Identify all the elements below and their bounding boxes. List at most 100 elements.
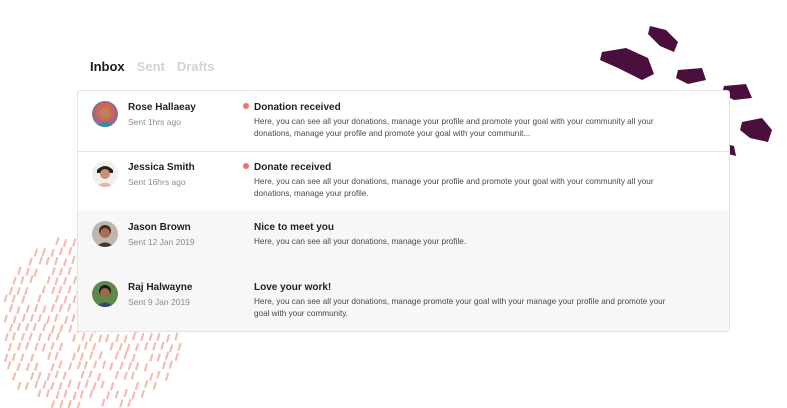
decorative-dash: [156, 332, 161, 341]
decorative-dash: [109, 362, 114, 371]
decorative-dash: [72, 238, 77, 247]
decorative-dash: [58, 342, 63, 352]
decorative-dash: [3, 294, 8, 303]
message-row[interactable]: Jason Brown Sent 12 Jan 2019 Nice to mee…: [78, 211, 729, 272]
decorative-dash: [12, 372, 17, 381]
decorative-dash: [25, 362, 30, 372]
decorative-dash: [123, 371, 128, 380]
decorative-dash: [42, 322, 47, 332]
decorative-dash: [76, 344, 81, 353]
decorative-dash: [58, 360, 63, 369]
avatar: [92, 221, 118, 247]
decorative-dash: [68, 362, 73, 371]
decorative-dash: [51, 286, 56, 295]
decorative-dash: [100, 380, 105, 389]
decorative-dash: [114, 370, 119, 379]
decorative-dash: [89, 351, 94, 360]
decorative-dash: [71, 352, 76, 361]
decorative-dash: [56, 332, 61, 341]
mail-tabs: Inbox Sent Drafts: [90, 59, 214, 74]
decorative-dash: [42, 305, 47, 314]
decorative-dash: [110, 382, 115, 391]
decorative-dash: [101, 360, 106, 369]
decorative-dash: [20, 276, 25, 285]
decorative-dash: [20, 353, 25, 362]
decorative-dash: [25, 267, 30, 276]
decorative-dash: [24, 381, 29, 390]
decorative-dash: [84, 379, 89, 388]
avatar: [92, 281, 118, 307]
tab-drafts[interactable]: Drafts: [177, 59, 215, 74]
decorative-dash: [152, 342, 157, 351]
decorative-dash: [63, 389, 68, 398]
decorative-dash: [54, 256, 59, 266]
decorative-dash: [161, 361, 166, 370]
decorative-dash: [37, 389, 42, 398]
decorative-dash: [45, 389, 50, 398]
decorative-dash: [63, 295, 68, 304]
decorative-dash: [118, 342, 123, 352]
message-row[interactable]: Jessica Smith Sent 16hrs ago Donate rece…: [78, 151, 729, 212]
message-row[interactable]: Rose Hallaeay Sent 1hrs ago Donation rec…: [78, 91, 729, 152]
decorative-dash: [9, 323, 14, 332]
decorative-dash: [58, 303, 63, 312]
decorative-dash: [33, 268, 38, 277]
decorative-dash: [97, 372, 102, 381]
decorative-dash: [93, 360, 98, 369]
decorative-dash: [58, 247, 63, 256]
decorative-dash: [80, 370, 85, 379]
decorative-dash: [30, 372, 35, 381]
decorative-dash: [79, 390, 84, 399]
decorative-dash: [58, 382, 63, 391]
decorative-dash: [37, 294, 42, 303]
avatar-raj-icon: [92, 281, 118, 307]
decorative-dash: [12, 315, 17, 324]
message-preview: Here, you can see all your donations, ma…: [254, 117, 654, 138]
decorative-dash: [7, 343, 12, 352]
decorative-dash: [21, 313, 26, 322]
decorative-dash: [79, 352, 84, 361]
decorative-dash: [50, 248, 55, 258]
decorative-dash: [72, 294, 77, 304]
decorative-dash: [51, 325, 56, 334]
decorative-dash: [152, 381, 157, 390]
decorative-dash: [67, 285, 72, 294]
decorative-dash: [92, 381, 97, 391]
decorative-dash: [55, 390, 60, 400]
decorative-dash: [37, 314, 42, 323]
sender-name: Jessica Smith: [128, 162, 195, 173]
decorative-dash: [8, 286, 13, 295]
decorative-dash: [58, 285, 63, 294]
decorative-dash: [50, 381, 55, 391]
decorative-dash: [72, 333, 77, 343]
decorative-dash: [29, 313, 34, 322]
decorative-dash: [8, 304, 13, 313]
decorative-dash: [83, 341, 88, 350]
decorative-dash: [4, 353, 9, 363]
decorative-dash: [67, 400, 72, 408]
decorative-dash: [17, 342, 22, 351]
decorative-dash: [63, 276, 68, 285]
sender-name: Raj Halwayne: [128, 282, 193, 293]
tab-sent[interactable]: Sent: [137, 59, 165, 74]
decorative-dash: [174, 332, 179, 341]
decorative-dash: [105, 334, 110, 343]
decorative-dash: [89, 333, 94, 342]
decorative-dash: [127, 398, 132, 408]
message-preview: Here, you can see all your donations, ma…: [254, 177, 654, 198]
decorative-dash: [20, 332, 25, 341]
decorative-dash: [3, 314, 8, 323]
decorative-dash: [46, 372, 51, 381]
decorative-dash: [123, 334, 128, 343]
decorative-dash: [148, 332, 153, 341]
message-subject: Donate received: [254, 162, 332, 173]
decorative-dash: [127, 362, 132, 371]
decorative-dash: [29, 274, 34, 284]
decorative-dash: [34, 303, 39, 313]
message-row[interactable]: Raj Halwayne Sent 9 Jan 2019 Love your w…: [78, 271, 729, 331]
sender-name: Rose Hallaeay: [128, 102, 196, 113]
decorative-dash: [41, 247, 46, 256]
decorative-dash: [126, 343, 131, 352]
decorative-dash: [62, 371, 67, 380]
tab-inbox[interactable]: Inbox: [90, 59, 125, 74]
